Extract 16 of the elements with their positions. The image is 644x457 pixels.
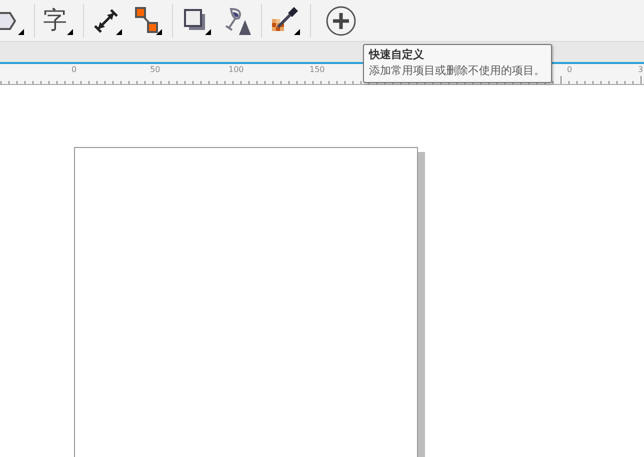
eyedropper-icon	[270, 4, 302, 36]
ruler-label: 50	[150, 65, 160, 74]
tooltip-title: 快速自定义	[369, 47, 425, 63]
add-tool-button[interactable]	[325, 4, 357, 36]
connector-tool-button[interactable]	[132, 4, 164, 36]
connector-icon	[132, 4, 164, 36]
ruler-label: 3	[638, 65, 644, 74]
tooltip-description: 添加常用项目或删除不使用的项目。	[369, 63, 545, 79]
eyedropper-tool-button[interactable]	[270, 4, 302, 36]
ruler-label: 0	[567, 65, 572, 74]
ruler-label: 0	[72, 65, 77, 74]
add-icon	[325, 4, 357, 36]
dropdown-corner-icon	[67, 28, 73, 34]
ruler-label: 100	[228, 65, 244, 74]
ruler-label: 150	[310, 65, 325, 74]
text-tool-button[interactable]: 字	[43, 4, 75, 36]
